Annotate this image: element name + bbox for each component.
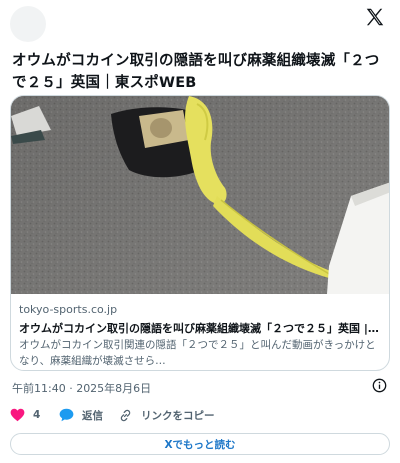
parrot-photo xyxy=(11,96,389,294)
reply-button[interactable]: 返信 xyxy=(59,405,103,425)
heart-icon xyxy=(10,408,25,422)
like-button[interactable]: 4 xyxy=(10,405,40,425)
card-image xyxy=(11,96,389,294)
tweet-timestamp[interactable]: 午前11:40 · 2025年8月6日 xyxy=(12,380,151,396)
tweet-actions: 4 返信 リンクをコピー xyxy=(10,405,390,425)
reply-label: 返信 xyxy=(82,409,103,422)
read-more-on-x-button[interactable]: Xでもっと読む xyxy=(10,433,390,455)
x-logo-icon[interactable] xyxy=(364,6,386,28)
avatar[interactable] xyxy=(10,6,46,42)
copy-link-label: リンクをコピー xyxy=(141,409,215,422)
speech-bubble-icon xyxy=(59,408,74,422)
tweet-text: オウムがコカイン取引の隠語を叫び麻薬組織壊滅「２つで２５」英国｜東スポWEB xyxy=(12,53,380,91)
tweet-header xyxy=(0,0,400,42)
card-domain: tokyo-sports.co.jp xyxy=(19,303,118,316)
card-description: オウムがコカイン取引関連の隠語「２つで２５」と叫んだ動画がきっかけとなり、麻薬組… xyxy=(19,339,376,367)
info-icon[interactable] xyxy=(372,378,387,393)
like-count: 4 xyxy=(33,409,41,421)
link-card[interactable]: tokyo-sports.co.jp オウムがコカイン取引の隠語を叫び麻薬組織壊… xyxy=(10,95,390,371)
copy-link-button[interactable]: リンクをコピー xyxy=(118,405,215,425)
link-icon xyxy=(120,409,131,421)
card-title: オウムがコカイン取引の隠語を叫び麻薬組織壊滅「２つで２５」英国 | 東ス… xyxy=(19,322,381,335)
